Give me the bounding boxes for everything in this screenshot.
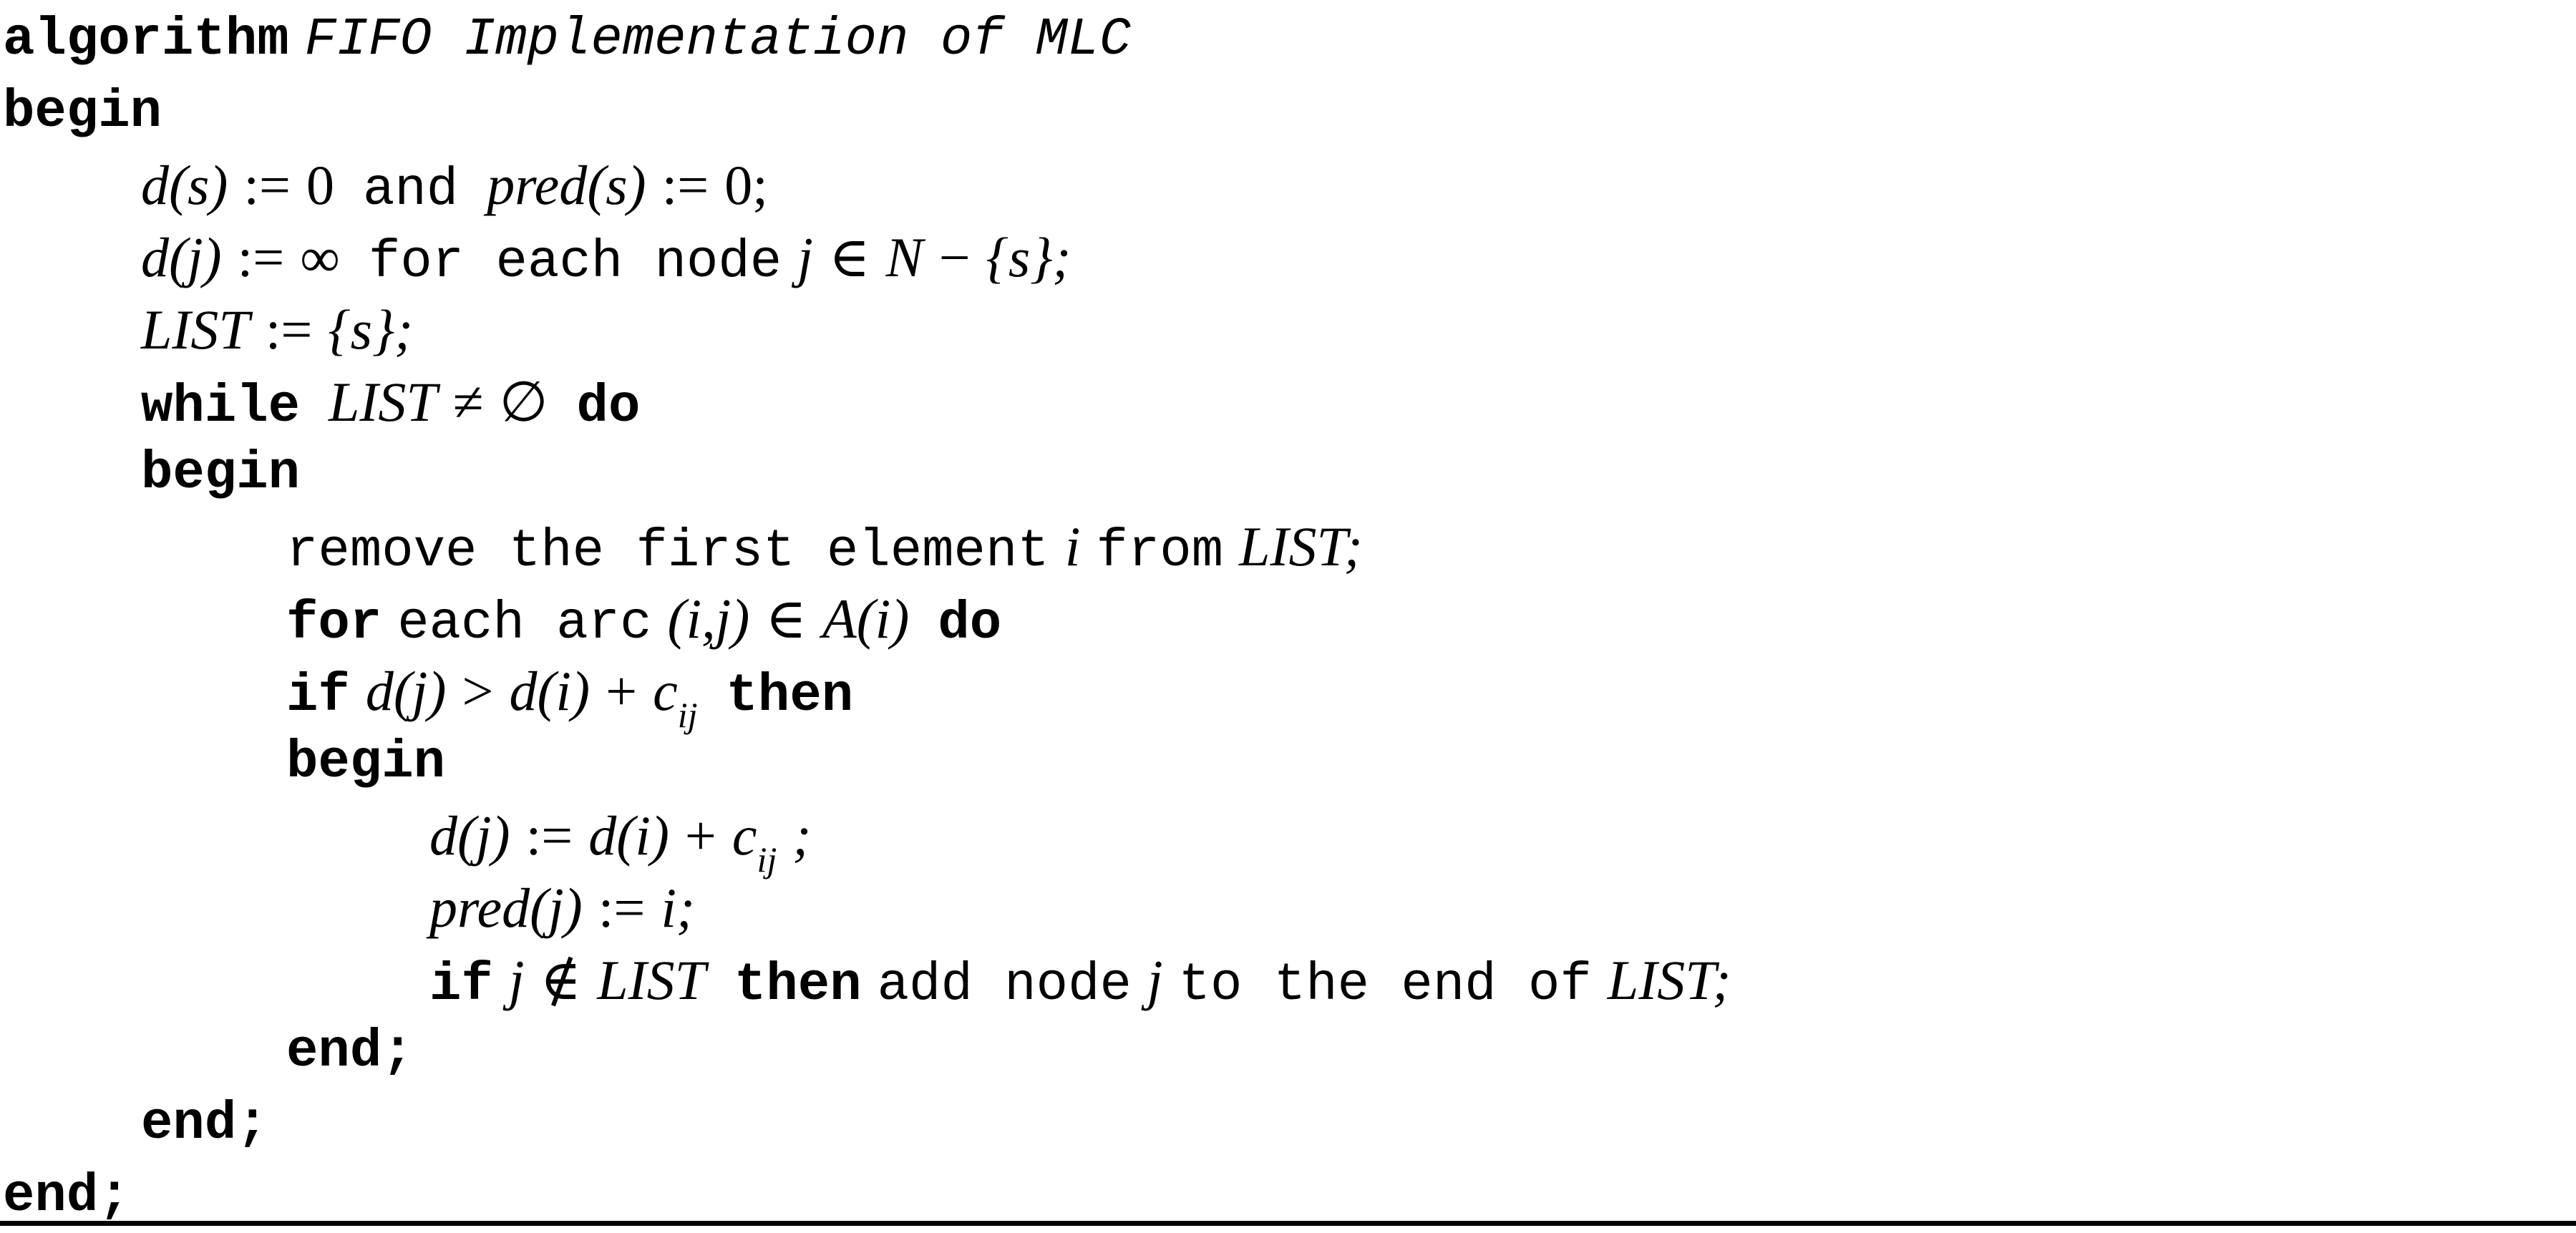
- if-not-in-list-line: if j ∉ LIST then add node j to the end of LIST;: [0, 944, 2576, 1016]
- d-arg-j-3: (j): [457, 804, 510, 867]
- if-begin-line: begin: [0, 727, 2576, 799]
- d-symbol: d: [141, 154, 169, 216]
- d-arg-s: (s): [169, 154, 228, 216]
- do-keyword-2: do: [938, 594, 1002, 654]
- empty-set-icon: ∅: [499, 371, 548, 433]
- assign-operator-5: :=: [525, 804, 573, 867]
- pseudocode-lines: algorithm FIFO Implementation of MLC begi…: [0, 4, 2576, 1233]
- arc-pair: (i,j): [667, 588, 750, 650]
- algorithm-header-line: algorithm FIFO Implementation of MLC: [0, 4, 2576, 77]
- cost-symbol: c: [653, 660, 678, 722]
- if-distance-line: if d(j) > d(i) + cij then: [0, 655, 2576, 735]
- update-distance-line: d(j):= d(i) + cij;: [0, 799, 2576, 879]
- while-loop-line: while LIST ≠ ∅ do: [0, 366, 2576, 438]
- j-variable-2: j: [508, 949, 525, 1011]
- if-end-line: end;: [0, 1016, 2576, 1088]
- update-pred-line: pred(j) := i;: [0, 872, 2576, 944]
- i-variable: i: [1064, 515, 1081, 577]
- d-arg-i-3: (i): [616, 804, 669, 867]
- cost-subscript-ij: ij: [677, 694, 698, 735]
- assign-operator-3: :=: [237, 226, 285, 288]
- node-set-N: N: [885, 226, 923, 288]
- semicolon-1: ;: [1343, 515, 1363, 577]
- pred-arg-j: (j): [530, 877, 583, 939]
- list-symbol-4: LIST: [597, 949, 706, 1011]
- outer-begin-line: begin: [0, 77, 2576, 149]
- begin-keyword: begin: [3, 82, 162, 142]
- remove-element-line: remove the first element i from LIST;: [0, 510, 2576, 583]
- zero-value: 0: [306, 154, 334, 216]
- singleton-source-set: {s};: [328, 298, 414, 361]
- d-symbol-2: d: [141, 226, 169, 288]
- begin-keyword-2: begin: [141, 444, 301, 504]
- to-end-of-text: to the end of: [1178, 955, 1592, 1015]
- semicolon-2: ;: [792, 804, 812, 867]
- d-symbol-6: d: [588, 804, 617, 867]
- d-symbol-3: d: [365, 660, 394, 722]
- source-set: {s};: [986, 226, 1071, 288]
- end-keyword-2: end;: [141, 1094, 268, 1154]
- not-element-of-icon: ∉: [540, 949, 582, 1011]
- i-variable-2: i;: [661, 877, 696, 939]
- greater-than-operator: >: [462, 660, 494, 722]
- list-symbol-5: LIST: [1607, 949, 1713, 1011]
- while-end-line: end;: [0, 1088, 2576, 1161]
- then-keyword-2: then: [734, 955, 862, 1015]
- end-keyword-3: end;: [3, 1166, 130, 1227]
- remove-text: remove the first element: [286, 522, 1049, 582]
- begin-keyword-3: begin: [286, 733, 446, 793]
- init-list-line: LIST:= {s};: [0, 293, 2576, 366]
- zero-value-2: 0;: [724, 154, 768, 216]
- list-symbol-3: LIST: [1239, 515, 1344, 577]
- each-arc-text: each arc: [397, 594, 652, 654]
- semicolon-3: ;: [1712, 949, 1731, 1011]
- minus-operator: −: [938, 226, 971, 288]
- algorithm-keyword: algorithm: [3, 10, 289, 70]
- adjacency-arg-i: (i): [856, 588, 910, 650]
- add-node-text: add node: [877, 955, 1132, 1015]
- pred-symbol-2: pred: [429, 877, 530, 939]
- assign-operator-6: :=: [598, 877, 646, 939]
- then-keyword: then: [726, 666, 854, 726]
- assign-operator-4: :=: [265, 298, 313, 361]
- d-symbol-4: d: [509, 660, 538, 722]
- d-arg-i-2: (i): [537, 660, 590, 722]
- bottom-horizontal-rule: [0, 1221, 2576, 1226]
- d-arg-j: (j): [169, 226, 222, 288]
- for-arc-line: for each arc (i,j) ∈ A(i) do: [0, 583, 2576, 655]
- assign-operator-2: :=: [661, 154, 709, 216]
- not-equal-icon: ≠: [452, 371, 484, 433]
- if-keyword-2: if: [429, 955, 493, 1015]
- cost-subscript-ij-2: ij: [757, 839, 777, 879]
- cost-symbol-2: c: [732, 804, 757, 867]
- infinity-symbol: ∞: [300, 226, 340, 288]
- from-text: from: [1096, 522, 1224, 582]
- d-symbol-5: d: [429, 804, 457, 867]
- pred-arg-s: (s): [587, 154, 646, 216]
- while-begin-line: begin: [0, 438, 2576, 510]
- init-distance-line: d(s):= 0 and pred(s):= 0;: [0, 149, 2576, 221]
- init-infinity-line: d(j) := ∞ for each node j ∈ N − {s};: [0, 221, 2576, 293]
- adjacency-set-A: A: [822, 588, 857, 650]
- while-keyword: while: [141, 377, 301, 437]
- if-keyword: if: [286, 666, 350, 726]
- assign-operator: :=: [243, 154, 291, 216]
- for-each-node-text: for each node: [368, 233, 782, 293]
- j-variable-3: j: [1147, 949, 1163, 1011]
- pred-symbol: pred: [487, 154, 588, 216]
- and-connector: and: [362, 160, 459, 220]
- do-keyword: do: [576, 377, 641, 437]
- plus-operator-2: +: [684, 804, 716, 867]
- algorithm-pseudocode-block: algorithm FIFO Implementation of MLC begi…: [0, 0, 2576, 1227]
- element-of-icon-2: ∈: [765, 588, 807, 650]
- list-symbol: LIST: [141, 298, 250, 361]
- list-symbol-2: LIST: [329, 371, 437, 433]
- for-keyword: for: [286, 594, 382, 654]
- j-variable: j: [797, 226, 813, 288]
- end-keyword-1: end;: [286, 1022, 414, 1082]
- algorithm-title: FIFO Implementation of MLC: [304, 10, 1132, 70]
- d-arg-j-2: (j): [393, 660, 447, 722]
- plus-operator: +: [606, 660, 638, 722]
- element-of-icon: ∈: [828, 226, 870, 288]
